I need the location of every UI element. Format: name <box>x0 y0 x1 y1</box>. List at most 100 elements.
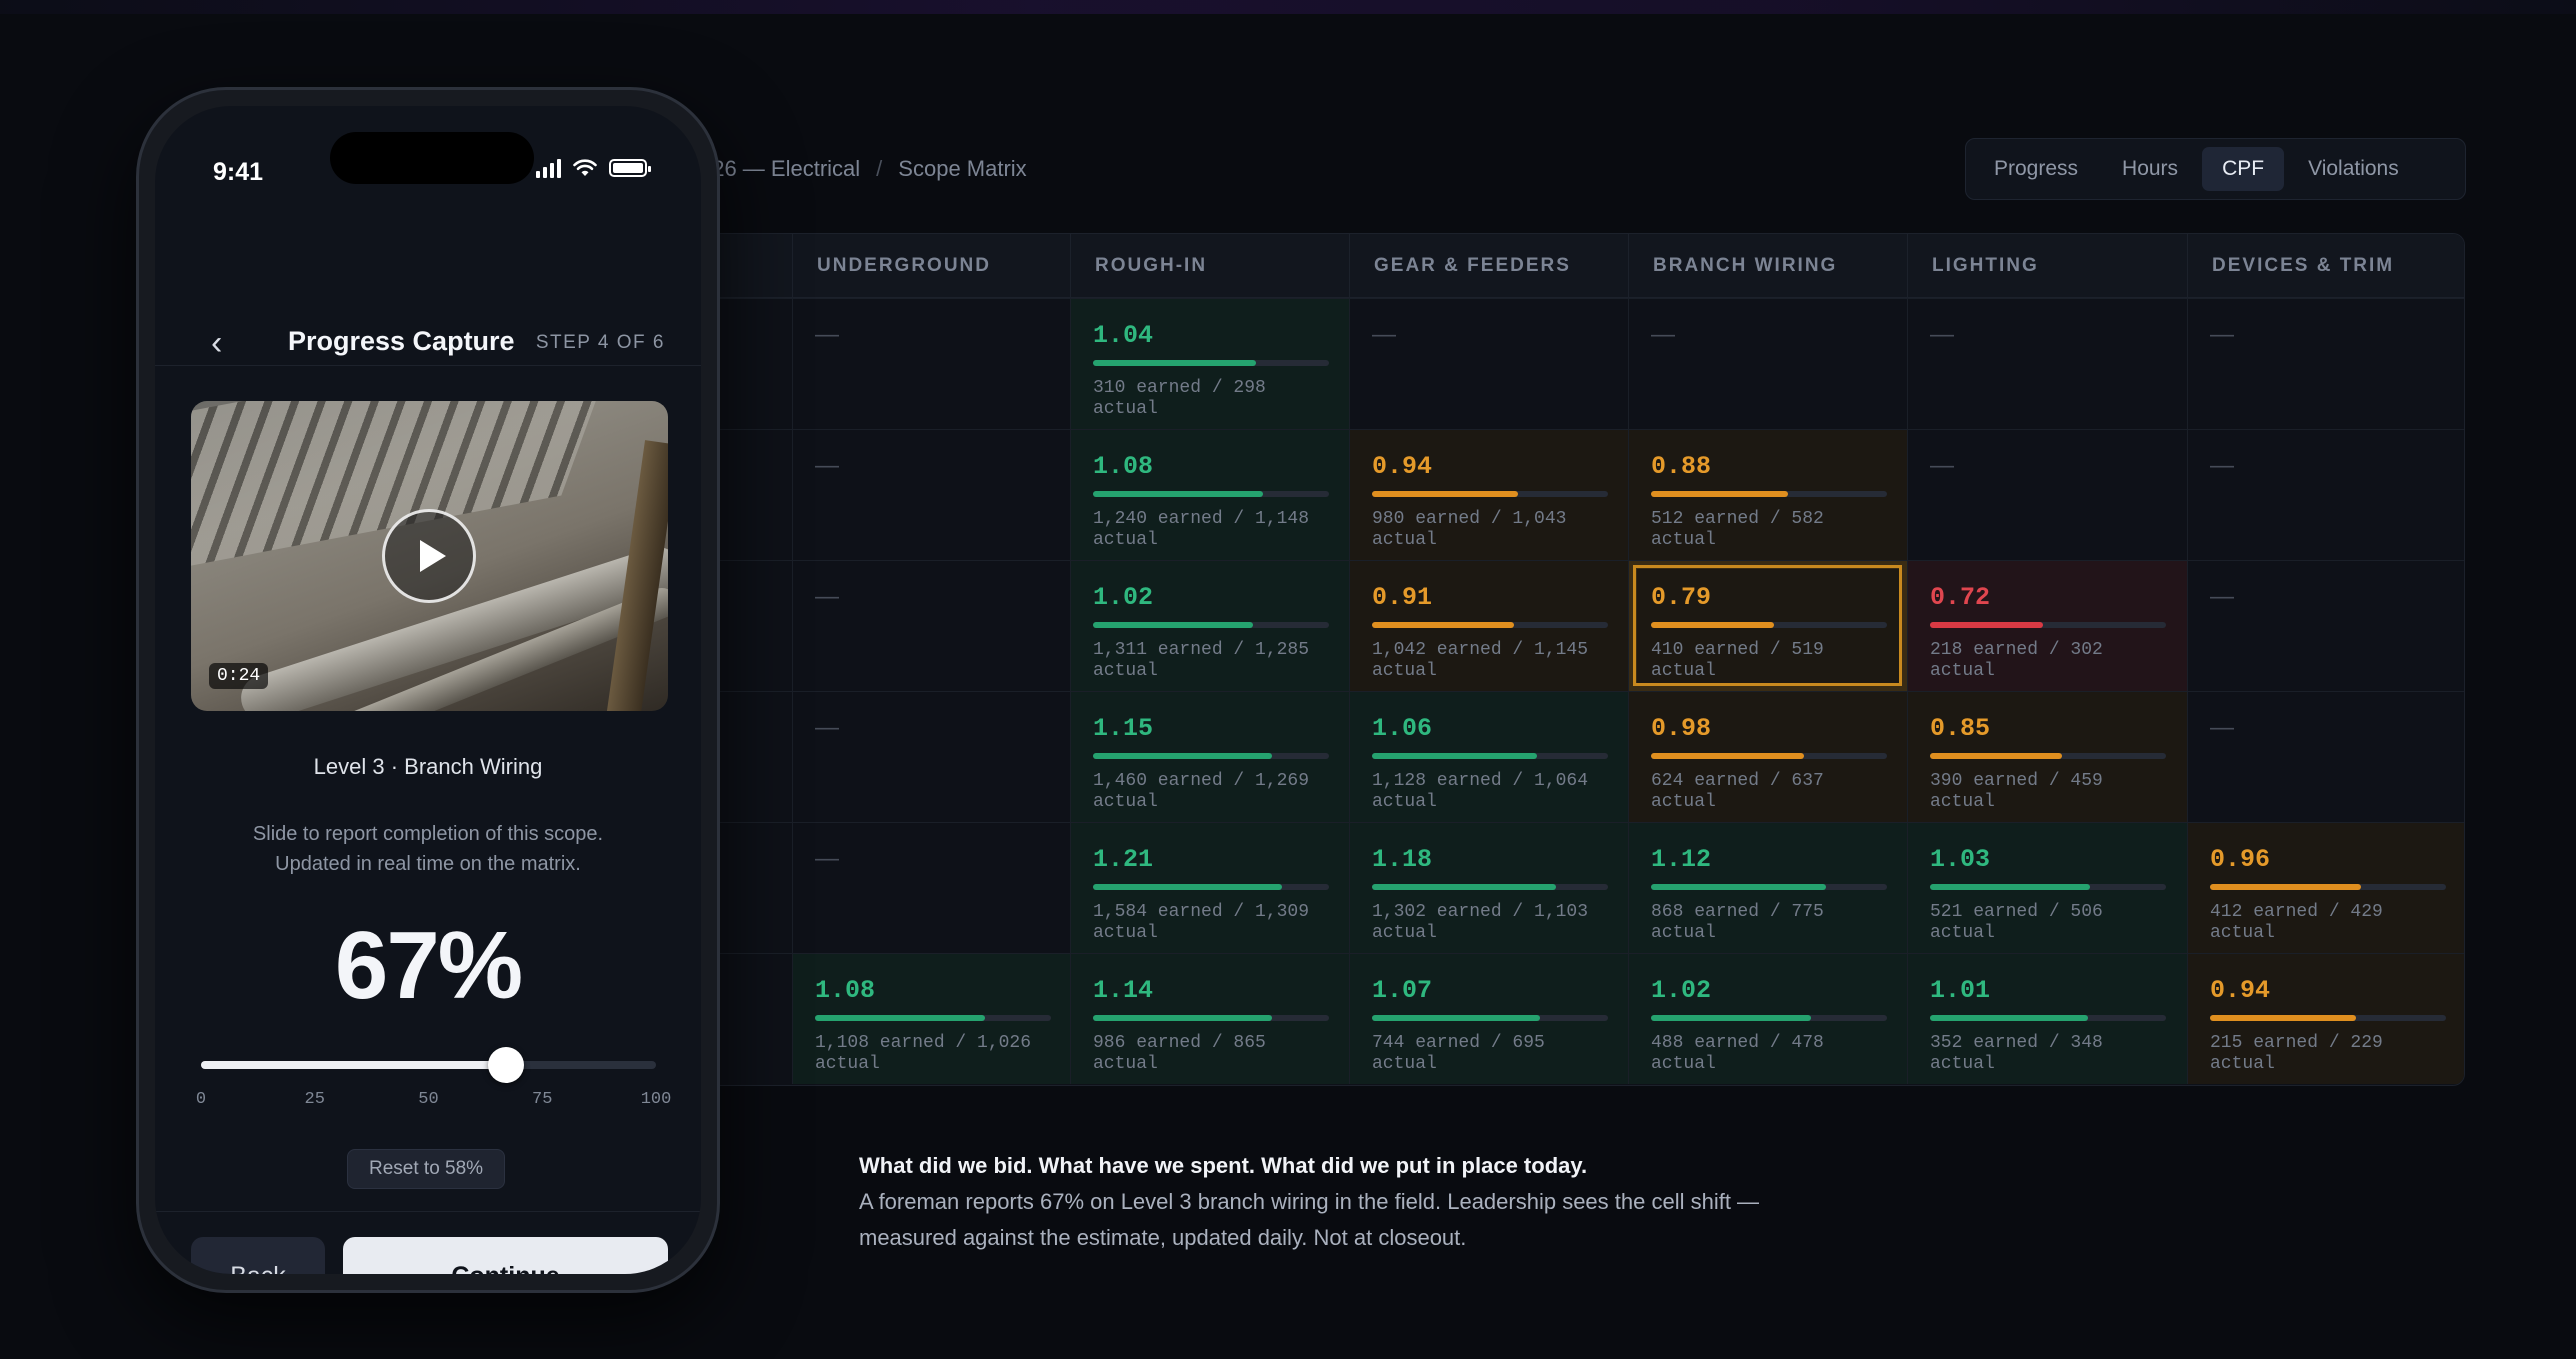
status-icons <box>536 158 651 178</box>
matrix-cell-selected[interactable]: 0.79 410 earned / 519 actual <box>1628 560 1907 691</box>
dynamic-island <box>330 132 534 184</box>
matrix-cell[interactable]: — <box>2187 429 2464 560</box>
earned-actual-detail: 215 earned / 229 actual <box>2210 1033 2383 1074</box>
earned-actual-detail: 1,302 earned / 1,103 actual <box>1372 902 1589 943</box>
progress-bar-fill <box>1372 884 1557 890</box>
matrix-column-header[interactable]: LIGHTING <box>1907 234 2187 298</box>
matrix-cell[interactable]: — <box>1907 298 2187 429</box>
empty-cell-dash: — <box>2210 714 2234 741</box>
slider-tick: 50 <box>418 1090 439 1109</box>
earned-actual-detail: 624 earned / 637 actual <box>1651 771 1824 812</box>
cpf-value: 1.21 <box>1093 845 1154 874</box>
progress-bar <box>1930 622 2166 628</box>
progress-bar-fill <box>1093 622 1254 628</box>
caption-body: A foreman reports 67% on Level 3 branch … <box>859 1189 1760 1250</box>
matrix-cell[interactable]: — <box>1628 298 1907 429</box>
matrix-cell[interactable]: 1.21 1,584 earned / 1,309 actual <box>1070 822 1349 953</box>
top-gradient-bar <box>0 0 2576 14</box>
tab-violations[interactable]: Violations <box>2288 147 2419 191</box>
matrix-cell[interactable]: 0.72 218 earned / 302 actual <box>1907 560 2187 691</box>
cpf-value: 0.79 <box>1651 583 1712 612</box>
matrix-cell[interactable]: — <box>2187 560 2464 691</box>
cpf-value: 1.03 <box>1930 845 1991 874</box>
matrix-cell[interactable]: 0.94 215 earned / 229 actual <box>2187 953 2464 1084</box>
matrix-cell[interactable]: 0.85 390 earned / 459 actual <box>1907 691 2187 822</box>
progress-bar-fill <box>1651 1015 1812 1021</box>
earned-actual-detail: 412 earned / 429 actual <box>2210 902 2383 943</box>
cpf-value: 1.08 <box>815 976 876 1005</box>
tab-progress[interactable]: Progress <box>1974 147 2098 191</box>
matrix-column-header[interactable]: UNDERGROUND <box>792 234 1070 298</box>
matrix-cell[interactable]: 0.88 512 earned / 582 actual <box>1628 429 1907 560</box>
matrix-cell[interactable]: 1.01 352 earned / 348 actual <box>1907 953 2187 1084</box>
progress-bar-fill <box>1093 360 1256 366</box>
progress-bar-fill <box>1093 884 1282 890</box>
matrix-cell[interactable]: — <box>1907 429 2187 560</box>
progress-bar <box>1093 1015 1329 1021</box>
matrix-column-header[interactable]: DEVICES & TRIM <box>2187 234 2464 298</box>
cpf-value: 1.18 <box>1372 845 1433 874</box>
progress-bar <box>1651 1015 1887 1021</box>
matrix-cell[interactable]: — <box>792 429 1070 560</box>
empty-cell-dash: — <box>2210 452 2234 479</box>
cpf-value: 0.85 <box>1930 714 1991 743</box>
matrix-cell[interactable]: — <box>1349 298 1628 429</box>
matrix-cell[interactable]: — <box>792 560 1070 691</box>
breadcrumb-project[interactable]: / 26 — Electrical <box>700 156 860 182</box>
matrix-cell[interactable]: 0.96 412 earned / 429 actual <box>2187 822 2464 953</box>
progress-bar <box>1930 1015 2166 1021</box>
matrix-column-header[interactable]: ROUGH-IN <box>1070 234 1349 298</box>
percent-display: 67% <box>334 912 523 1019</box>
matrix-cell[interactable]: 1.02 488 earned / 478 actual <box>1628 953 1907 1084</box>
slider-tick: 0 <box>195 1090 207 1109</box>
earned-actual-detail: 1,584 earned / 1,309 actual <box>1093 902 1310 943</box>
matrix-cell[interactable]: 0.91 1,042 earned / 1,145 actual <box>1349 560 1628 691</box>
earned-actual-detail: 980 earned / 1,043 actual <box>1372 509 1567 550</box>
progress-bar-fill <box>1093 491 1263 497</box>
matrix-cell[interactable]: 1.02 1,311 earned / 1,285 actual <box>1070 560 1349 691</box>
matrix-cell[interactable]: 1.15 1,460 earned / 1,269 actual <box>1070 691 1349 822</box>
progress-bar-fill <box>1372 491 1519 497</box>
matrix-cell[interactable]: — <box>2187 691 2464 822</box>
battery-icon <box>609 159 651 177</box>
matrix-cell[interactable]: 1.18 1,302 earned / 1,103 actual <box>1349 822 1628 953</box>
scope-label: Level 3 · Branch Wiring <box>313 754 543 779</box>
matrix-cell[interactable]: — <box>2187 298 2464 429</box>
matrix-column-header[interactable]: GEAR & FEEDERS <box>1349 234 1628 298</box>
matrix-cell[interactable]: 0.98 624 earned / 637 actual <box>1628 691 1907 822</box>
matrix-cell[interactable]: — <box>792 298 1070 429</box>
chevron-left-icon[interactable]: ‹ <box>211 324 222 363</box>
progress-bar <box>1930 753 2166 759</box>
tab-cpf[interactable]: CPF <box>2202 147 2285 191</box>
back-button[interactable]: Back <box>191 1237 325 1274</box>
step-indicator: STEP 4 OF 6 <box>535 332 665 353</box>
matrix-cell[interactable]: 1.08 1,240 earned / 1,148 actual <box>1070 429 1349 560</box>
matrix-cell[interactable]: 1.04 310 earned / 298 actual <box>1070 298 1349 429</box>
progress-bar-fill <box>1930 884 2091 890</box>
matrix-cell[interactable]: 1.12 868 earned / 775 actual <box>1628 822 1907 953</box>
cpf-value: 0.96 <box>2210 845 2271 874</box>
slider-thumb[interactable] <box>487 1047 524 1083</box>
empty-cell-dash: — <box>2210 321 2234 348</box>
progress-bar <box>2210 884 2446 890</box>
empty-cell-dash: — <box>1930 321 1954 348</box>
matrix-cell[interactable]: 0.94 980 earned / 1,043 actual <box>1349 429 1628 560</box>
matrix-cell[interactable]: 1.07 744 earned / 695 actual <box>1349 953 1628 1084</box>
progress-bar-fill <box>2210 884 2362 890</box>
matrix-column-header[interactable]: BRANCH WIRING <box>1628 234 1907 298</box>
progress-bar <box>1651 622 1887 628</box>
progress-bar-fill <box>1651 491 1788 497</box>
matrix-cell[interactable]: — <box>792 691 1070 822</box>
matrix-cell[interactable]: 1.06 1,128 earned / 1,064 actual <box>1349 691 1628 822</box>
earned-actual-detail: 1,311 earned / 1,285 actual <box>1093 640 1310 681</box>
reset-button[interactable]: Reset to 58% <box>347 1149 506 1189</box>
tab-hours[interactable]: Hours <box>2102 147 2198 191</box>
continue-button[interactable]: Continue <box>343 1237 668 1274</box>
matrix-cell[interactable]: 1.14 986 earned / 865 actual <box>1070 953 1349 1084</box>
completion-slider[interactable] <box>201 1047 656 1083</box>
matrix-cell[interactable]: 1.03 521 earned / 506 actual <box>1907 822 2187 953</box>
video-thumbnail[interactable]: 0:24 <box>191 401 668 711</box>
play-icon[interactable] <box>382 509 476 603</box>
matrix-cell[interactable]: 1.08 1,108 earned / 1,026 actual <box>792 953 1070 1084</box>
matrix-cell[interactable]: — <box>792 822 1070 953</box>
